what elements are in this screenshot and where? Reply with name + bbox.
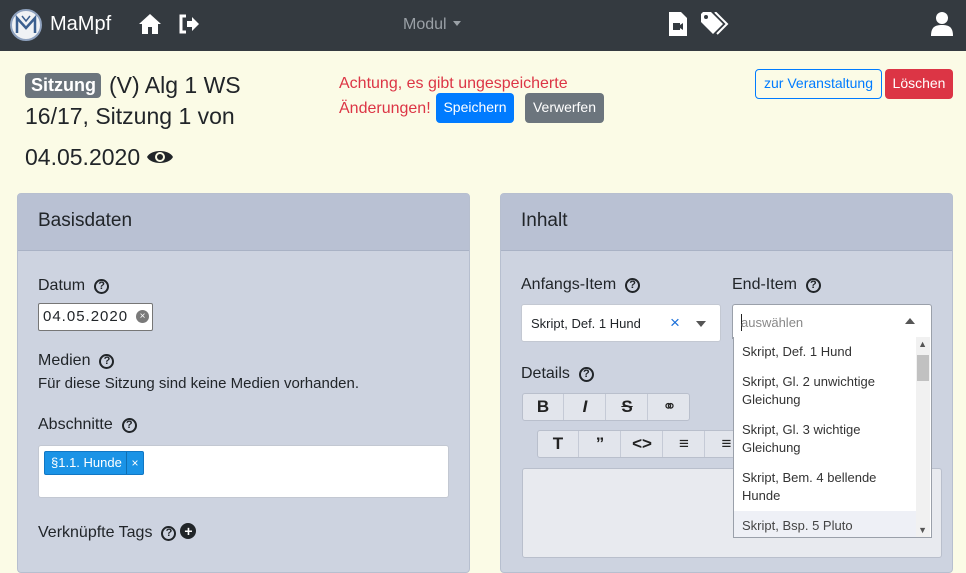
bold-icon[interactable]: B bbox=[523, 394, 564, 420]
chevron-up-icon[interactable] bbox=[905, 318, 915, 324]
module-dropdown[interactable]: Modul bbox=[403, 16, 461, 34]
scroll-down-icon[interactable]: ▼ bbox=[918, 525, 927, 535]
clear-selection-icon[interactable]: × bbox=[670, 313, 680, 333]
help-icon[interactable]: ? bbox=[94, 279, 110, 294]
basics-card-title: Basisdaten bbox=[18, 194, 469, 251]
help-icon[interactable]: ? bbox=[625, 278, 641, 293]
sections-select[interactable]: §1.1. Hunde × bbox=[38, 445, 449, 498]
end-item-label: End-Item bbox=[732, 276, 797, 293]
navbar: MaMpf Modul bbox=[0, 0, 966, 51]
date-label: Datum bbox=[38, 277, 86, 294]
dropdown-option[interactable]: Skript, Def. 1 Hund bbox=[734, 337, 916, 367]
start-item-select[interactable]: Skript, Def. 1 Hund × bbox=[521, 304, 721, 342]
sections-label: Abschnitte bbox=[38, 416, 113, 433]
home-icon[interactable] bbox=[138, 13, 162, 40]
end-item-dropdown: Skript, Def. 1 Hund Skript, Gl. 2 unwich… bbox=[733, 337, 932, 538]
type-badge: Sitzung bbox=[25, 73, 101, 98]
italic-icon[interactable]: I bbox=[565, 394, 606, 420]
heading-icon[interactable]: T bbox=[538, 431, 579, 457]
tags-icon[interactable] bbox=[701, 11, 731, 41]
dropdown-option[interactable]: Skript, Gl. 2 unwichtige Gleichung bbox=[734, 367, 916, 415]
details-label: Details bbox=[521, 365, 570, 382]
date-value: 04.05.2020 bbox=[43, 308, 129, 325]
details-label-row: Details? bbox=[521, 365, 594, 383]
clear-date-icon[interactable]: × bbox=[136, 310, 149, 323]
section-tag-label: §1.1. Hunde bbox=[51, 455, 122, 470]
editor-toolbar-row2: T ” <> ≡ ≡ bbox=[537, 430, 737, 458]
video-file-icon[interactable] bbox=[669, 12, 687, 41]
save-button[interactable]: Speichern bbox=[436, 93, 514, 123]
help-icon[interactable]: ? bbox=[99, 354, 115, 369]
page-title-date: 04.05.2020 bbox=[25, 144, 141, 170]
start-item-value: Skript, Def. 1 Hund bbox=[531, 316, 641, 331]
to-course-button[interactable]: zur Veranstaltung bbox=[755, 69, 882, 99]
media-empty-text: Für diese Sitzung sind keine Medien vorh… bbox=[38, 375, 360, 392]
brand-name[interactable]: MaMpf bbox=[50, 13, 111, 36]
mampf-logo-icon[interactable] bbox=[10, 9, 42, 41]
bullet-list-icon[interactable]: ≡ bbox=[664, 431, 705, 457]
start-item-label: Anfangs-Item bbox=[521, 276, 617, 293]
strikethrough-icon[interactable]: S bbox=[607, 394, 648, 420]
media-label-row: Medien? bbox=[38, 352, 115, 370]
end-item-label-row: End-Item? bbox=[732, 276, 821, 294]
quote-icon[interactable]: ” bbox=[580, 431, 621, 457]
remove-tag-icon[interactable]: × bbox=[126, 452, 143, 474]
dropdown-option[interactable]: Skript, Gl. 3 wichtige Gleichung bbox=[734, 415, 916, 463]
delete-button[interactable]: Löschen bbox=[885, 69, 953, 99]
help-icon[interactable]: ? bbox=[578, 367, 594, 382]
eye-icon[interactable] bbox=[146, 147, 174, 172]
scroll-up-icon[interactable]: ▲ bbox=[918, 339, 927, 349]
tags-label-row: Verknüpfte Tags? + bbox=[38, 523, 197, 542]
dropdown-scroll-thumb[interactable] bbox=[917, 355, 929, 381]
editor-toolbar-row1: B I S ⚭ bbox=[522, 393, 690, 421]
media-label: Medien bbox=[38, 352, 91, 369]
tags-label: Verknüpfte Tags bbox=[38, 524, 153, 541]
basics-card: Basisdaten Datum? 04.05.2020 × Medien? F… bbox=[17, 193, 470, 573]
section-tag: §1.1. Hunde × bbox=[44, 451, 144, 475]
chevron-down-icon bbox=[452, 21, 461, 26]
add-tag-icon[interactable]: + bbox=[180, 523, 197, 539]
code-icon[interactable]: <> bbox=[622, 431, 663, 457]
help-icon[interactable]: ? bbox=[121, 418, 137, 433]
end-item-select[interactable]: auswählen bbox=[732, 304, 932, 339]
help-icon[interactable]: ? bbox=[161, 526, 177, 541]
help-icon[interactable]: ? bbox=[805, 278, 821, 293]
start-item-label-row: Anfangs-Item? bbox=[521, 276, 641, 294]
chevron-down-icon[interactable] bbox=[696, 321, 706, 327]
sections-label-row: Abschnitte? bbox=[38, 416, 137, 434]
date-label-row: Datum? bbox=[38, 277, 110, 295]
dropdown-option[interactable]: Skript, Bem. 4 bellende Hunde bbox=[734, 463, 916, 511]
user-icon[interactable] bbox=[931, 12, 953, 41]
logout-icon[interactable] bbox=[178, 13, 200, 40]
link-icon[interactable]: ⚭ bbox=[649, 394, 690, 420]
dropdown-option-highlighted[interactable]: Skript, Bsp. 5 Pluto bbox=[734, 511, 916, 537]
date-input[interactable]: 04.05.2020 × bbox=[38, 303, 153, 331]
end-item-placeholder: auswählen bbox=[741, 315, 804, 330]
discard-button[interactable]: Verwerfen bbox=[525, 93, 604, 123]
module-label: Modul bbox=[403, 16, 447, 33]
content-card-title: Inhalt bbox=[501, 194, 952, 251]
